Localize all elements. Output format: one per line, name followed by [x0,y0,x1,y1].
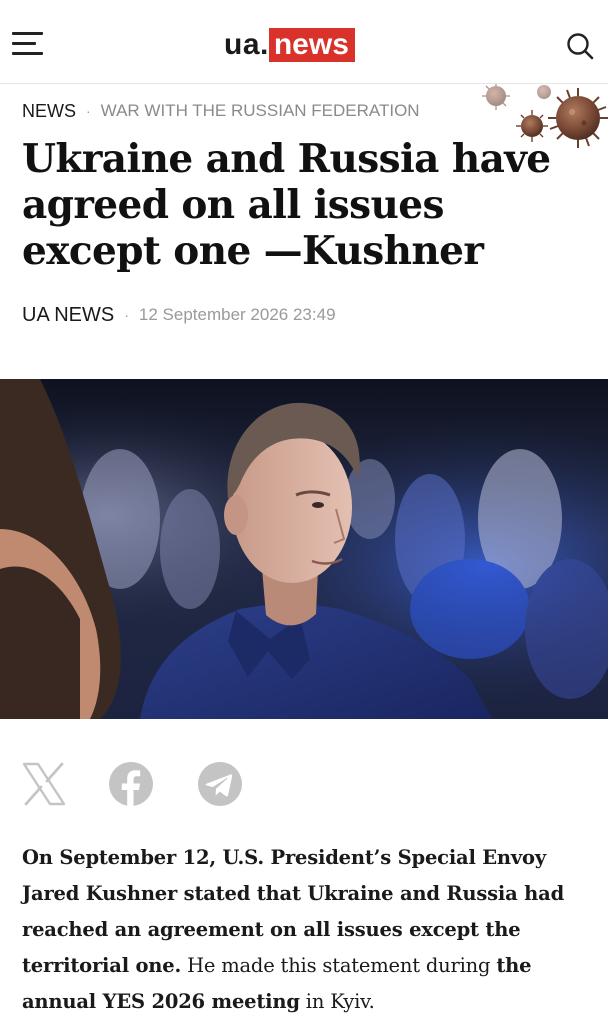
breadcrumb-section-link[interactable]: NEWS [22,101,76,122]
breadcrumb: NEWS · WAR WITH THE RUSSIAN FEDERATION [22,100,420,122]
article-text-end: in Kyiv. [299,990,375,1013]
article-byline: UA NEWS · 12 September 2026 23:49 [22,302,336,328]
hamburger-menu-icon[interactable] [12,32,44,56]
article-body: On September 12, U.S. President’s Specia… [22,840,592,1020]
article-text: He made this statement during [181,954,497,977]
article-paragraph: On September 12, U.S. President’s Specia… [22,840,592,1020]
logo-prefix: ua. [224,28,269,61]
breadcrumb-category-link[interactable]: WAR WITH THE RUSSIAN FEDERATION [101,101,420,121]
x-icon[interactable] [20,760,68,808]
article-date: 12 September 2026 23:49 [138,305,336,324]
byline-separator: · [124,307,129,323]
article-author-link[interactable]: UA NEWS [22,304,114,327]
telegram-icon[interactable] [197,761,243,807]
facebook-icon[interactable] [108,761,154,807]
article-photo-illustration [0,379,608,719]
logo-brand: news [268,28,355,62]
breadcrumb-separator: · [86,103,91,119]
site-logo[interactable]: ua. news [224,27,355,63]
article-photo [0,379,608,719]
article-title: Ukraine and Russia have agreed on all is… [22,136,551,274]
search-icon[interactable] [566,32,594,60]
top-header: ua. news [0,0,608,84]
